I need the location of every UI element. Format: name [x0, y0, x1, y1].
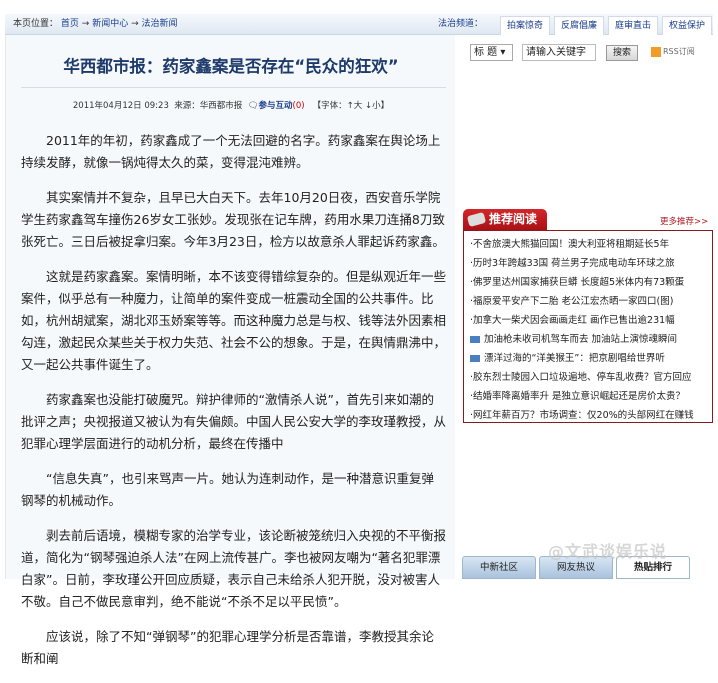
recommend-item-text: ·佛罗里达州国家捕获巨蟒 长度超5米体内有73颗蛋 [470, 277, 685, 288]
interact-count: (0) [292, 101, 305, 111]
recommend-item-text: ·不舍旅澳大熊猫回国！澳大利亚将租期延长5年 [470, 239, 670, 250]
channel-label: 法治频道： [438, 19, 484, 29]
video-icon [470, 355, 480, 362]
newspaper-icon [466, 211, 487, 228]
recommend-item[interactable]: ·网红年薪百万？市场调查：仅20%的头部网红在赚钱 [470, 406, 706, 425]
paragraph: 这就是药家鑫案。案情明晰，本不该变得错综复杂的。但是纵观近年一些案件，似乎总有一… [21, 269, 447, 372]
recommend-item[interactable]: ·佛罗里达州国家捕获巨蟒 长度超5米体内有73颗蛋 [470, 273, 706, 292]
recommend-item-text: 加油枪未收司机驾车而去 加油站上演惊魂瞬间 [484, 334, 678, 345]
breadcrumb-news-center[interactable]: 新闻中心 [92, 19, 128, 29]
article-title: 华西都市报：药家鑫案是否存在“民众的狂欢” [63, 57, 399, 76]
recommend-item-text: ·加拿大一柴犬因会画画走红 画作已售出逾231幅 [470, 315, 675, 326]
search-field-select[interactable]: 标 题 ▾ [470, 44, 513, 61]
recommend-item-text: ·网红年薪百万？市场调查：仅20%的头部网红在赚钱 [470, 410, 694, 421]
search-button[interactable]: 搜索 [606, 45, 638, 61]
breadcrumb-legal-news[interactable]: 法治新闻 [142, 19, 178, 29]
rss-icon [651, 46, 661, 57]
source: 来源：华西都市报 [174, 101, 243, 111]
recommend-item-text: ·福原爱平安产下二胎 老公江宏杰晒一家四口(图) [470, 296, 674, 307]
channel-tab[interactable]: 反腐倡廉 [554, 16, 605, 35]
arrow-icon: → [131, 19, 139, 29]
article-meta: 2011年04月12日 09:23 来源：华西都市报 🗨参与互动(0) 【字体：… [6, 99, 456, 111]
recommend-title: 推荐阅读 [489, 212, 538, 226]
recommend-item[interactable]: ·历时3年跨越33国 荷兰男子完成电动车环球之旅 [470, 254, 706, 273]
recommend-item[interactable]: ·不舍旅澳大熊猫回国！澳大利亚将租期延长5年 [470, 235, 706, 254]
channel-tab[interactable]: 权益保护 [662, 16, 713, 35]
comment-icon: 🗨 [247, 101, 259, 111]
rss-label: RSS订阅 [663, 47, 695, 56]
paragraph: 应该说，除了不知“弹钢琴”的犯罪心理学分析是否靠谱，李教授其余论断和阐 [21, 629, 434, 666]
recommend-item[interactable]: ·胶东烈士陵园入口垃圾遍地、停车乱收费？官方回应 [470, 368, 706, 387]
breadcrumb-home[interactable]: 首页 [61, 19, 79, 29]
top-bar: 本页位置： 首页 → 新闻中心 → 法治新闻 法治频道： 拍案惊奇 反腐倡廉 庭… [5, 14, 713, 35]
rss-link[interactable]: RSS订阅 [651, 46, 695, 57]
channel-tab[interactable]: 拍案惊奇 [500, 16, 551, 35]
article: 华西都市报：药家鑫案是否存在“民众的狂欢” 2011年04月12日 09:23 … [5, 35, 456, 666]
chevron-down-icon: ▾ [500, 47, 506, 58]
breadcrumb: 本页位置： 首页 → 新闻中心 → 法治新闻 [13, 14, 178, 35]
paragraph: 剥去前后语境，模糊专家的治学专业，该论断被笼统归入央视的不平衡报道，简化为“钢琴… [21, 528, 447, 609]
paragraph: 其实案情并不复杂，且早已大白天下。去年10月20日夜，西安音乐学院学生药家鑫驾车… [21, 190, 445, 249]
video-icon [470, 336, 480, 343]
arrow-icon: → [81, 19, 90, 29]
publish-date: 2011年04月12日 09:23 [72, 101, 169, 111]
font-size-control[interactable]: 【字体：↑大 ↓小】 [313, 101, 389, 111]
recommend-header: 推荐阅读 [463, 209, 547, 230]
interact-link[interactable]: 参与互动 [258, 101, 292, 111]
more-recommend-link[interactable]: 更多推荐>> [660, 215, 708, 227]
recommend-item-text: 漂洋过海的“洋美猴王”：把京剧唱给世界听 [484, 353, 665, 364]
paragraph: 药家鑫案也没能打破魔咒。辩护律师的“激情杀人说”，首先引来如潮的批评之声；央视报… [21, 392, 447, 451]
recommend-item[interactable]: 漂洋过海的“洋美猴王”：把京剧唱给世界听 [470, 349, 706, 368]
recommend-item[interactable]: ·加拿大一柴犬因会画画走红 画作已售出逾231幅 [470, 311, 706, 330]
article-body: 2011年的年初，药家鑫成了一个无法回避的名字。药家鑫案在舆论场上持续发酵，就像… [21, 130, 446, 683]
recommend-list: ·不舍旅澳大熊猫回国！澳大利亚将租期延长5年 ·历时3年跨越33国 荷兰男子完成电… [463, 230, 713, 423]
select-value: 标 题 [474, 47, 498, 58]
keyword-input[interactable]: 请输入关键字 [522, 44, 596, 61]
divider [21, 87, 446, 88]
recommend-item-text: ·历时3年跨越33国 荷兰男子完成电动车环球之旅 [470, 258, 675, 269]
paragraph: 2011年的年初，药家鑫成了一个无法回避的名字。药家鑫案在舆论场上持续发酵，就像… [21, 133, 441, 170]
tab-community[interactable]: 中新社区 [462, 556, 536, 579]
recommend-item-text: ·胶东烈士陵园入口垃圾遍地、停车乱收费？官方回应 [470, 372, 692, 383]
recommend-item-text: ·结婚率降离婚率升 是独立意识崛起还是房价太贵？ [470, 391, 686, 402]
sidebar: 标 题 ▾ 请输入关键字 搜索 RSS订阅 推荐阅读 更多推荐>> ·不舍旅澳大… [460, 35, 715, 579]
paragraph: “信息失真”，也引来骂声一片。她认为连刺动作，是一种潜意识重复弹钢琴的机械动作。 [21, 471, 434, 508]
recommend-item[interactable]: ·福原爱平安产下二胎 老公江宏杰晒一家四口(图) [470, 292, 706, 311]
recommend-item[interactable]: 加油枪未收司机驾车而去 加油站上演惊魂瞬间 [470, 330, 706, 349]
watermark: @文武谈娱乐说 [548, 542, 668, 561]
breadcrumb-label: 本页位置： [13, 19, 59, 29]
recommend-item[interactable]: ·结婚率降离婚率升 是独立意识崛起还是房价太贵？ [470, 387, 706, 406]
channel-tab[interactable]: 庭审直击 [608, 16, 659, 35]
